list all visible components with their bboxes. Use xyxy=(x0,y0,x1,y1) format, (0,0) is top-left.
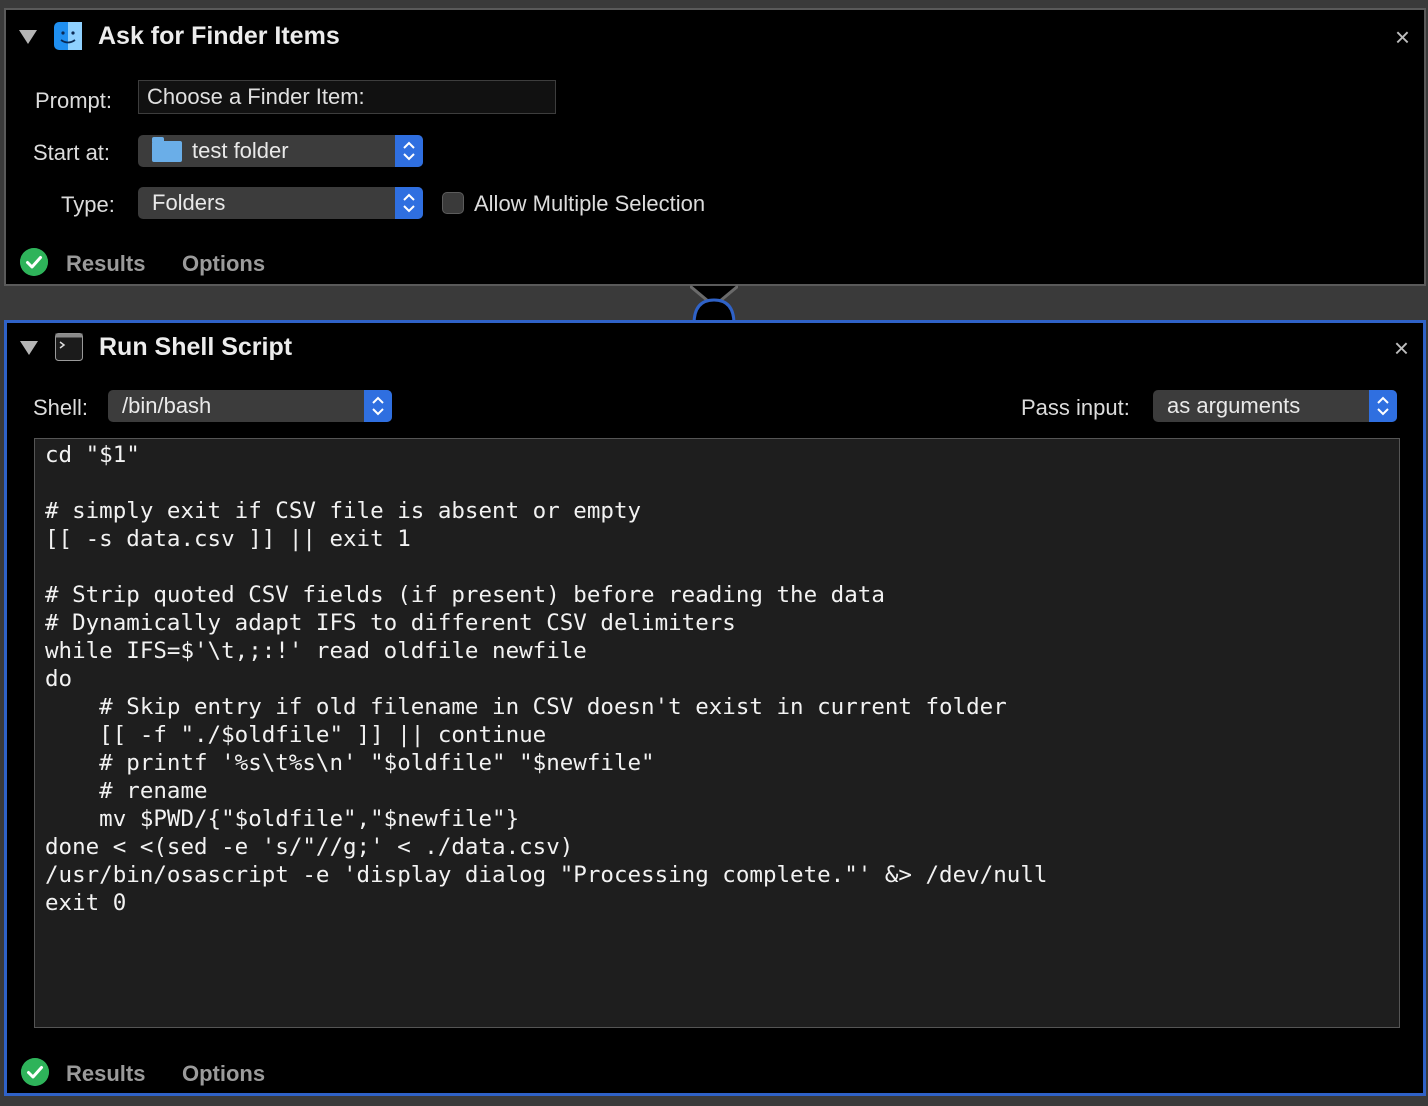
script-text[interactable]: cd "$1" # simply exit if CSV file is abs… xyxy=(35,439,1399,919)
pass-input-value: as arguments xyxy=(1167,393,1301,418)
folder-icon xyxy=(152,137,182,162)
popup-stepper xyxy=(364,390,392,422)
options-tab[interactable]: Options xyxy=(182,251,265,277)
script-editor[interactable]: cd "$1" # simply exit if CSV file is abs… xyxy=(34,438,1400,1028)
type-value: Folders xyxy=(152,190,226,215)
action-title: Ask for Finder Items xyxy=(98,22,340,50)
results-tab[interactable]: Results xyxy=(66,251,145,277)
run-shell-script-action[interactable]: Run Shell Script × Shell: /bin/bash Pass… xyxy=(4,320,1426,1096)
allow-multiple-label[interactable]: Allow Multiple Selection xyxy=(474,191,705,217)
options-tab[interactable]: Options xyxy=(182,1061,265,1087)
ask-for-finder-items-action[interactable]: Ask for Finder Items × Prompt: Choose a … xyxy=(4,8,1426,286)
action-connector-icon xyxy=(690,284,738,324)
start-at-label: Start at: xyxy=(33,140,111,165)
start-at-popup[interactable]: test folder xyxy=(138,135,423,167)
shell-value: /bin/bash xyxy=(122,393,212,418)
automator-workflow: Ask for Finder Items × Prompt: Choose a … xyxy=(0,0,1428,1106)
results-tab[interactable]: Results xyxy=(66,1061,145,1087)
chevron-updown-icon xyxy=(403,193,415,213)
popup-stepper xyxy=(395,187,423,219)
disclosure-triangle-icon[interactable] xyxy=(20,341,38,355)
type-popup[interactable]: Folders xyxy=(138,187,423,219)
allow-multiple-checkbox[interactable] xyxy=(442,192,464,214)
chevron-updown-icon xyxy=(372,396,384,416)
finder-icon xyxy=(54,22,82,50)
disclosure-triangle-icon[interactable] xyxy=(19,30,37,44)
chevron-updown-icon xyxy=(1377,396,1389,416)
popup-stepper xyxy=(395,135,423,167)
close-icon[interactable]: × xyxy=(1394,335,1409,361)
terminal-icon xyxy=(55,333,83,361)
shell-label: Shell: xyxy=(33,395,89,420)
close-icon[interactable]: × xyxy=(1395,24,1410,50)
start-at-value: test folder xyxy=(192,138,289,163)
pass-input-popup[interactable]: as arguments xyxy=(1153,390,1397,422)
success-check-icon xyxy=(21,1058,49,1086)
pass-input-label: Pass input: xyxy=(1021,395,1130,420)
chevron-updown-icon xyxy=(403,141,415,161)
success-check-icon xyxy=(20,248,48,276)
action-title: Run Shell Script xyxy=(99,333,293,361)
action-header: Ask for Finder Items × xyxy=(6,10,1424,64)
type-label: Type: xyxy=(61,192,115,217)
prompt-label: Prompt: xyxy=(35,88,113,113)
popup-stepper xyxy=(1369,390,1397,422)
shell-popup[interactable]: /bin/bash xyxy=(108,390,392,422)
action-header: Run Shell Script × xyxy=(7,323,1423,377)
prompt-field[interactable]: Choose a Finder Item: xyxy=(138,80,556,114)
